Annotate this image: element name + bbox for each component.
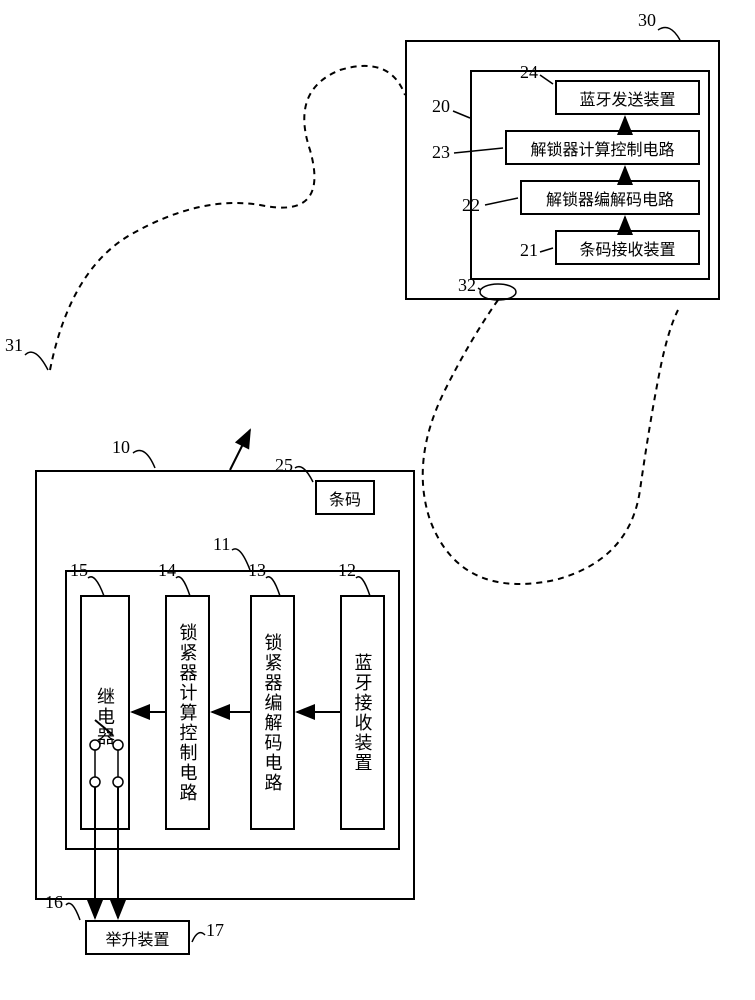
box-lock-codec: 锁紧器编解码电路 <box>250 595 295 830</box>
label-13: 13 <box>248 560 266 581</box>
box-25-text: 条码 <box>329 486 361 510</box>
label-10: 10 <box>112 437 130 458</box>
box-14-text: 锁紧器计算控制电路 <box>175 623 201 803</box>
box-12-text: 蓝牙接收装置 <box>350 653 376 773</box>
label-11: 11 <box>213 534 230 555</box>
label-14: 14 <box>158 560 176 581</box>
box-bluetooth-send: 蓝牙发送装置 <box>555 80 700 115</box>
label-15: 15 <box>70 560 88 581</box>
box-13-text: 锁紧器编解码电路 <box>260 633 286 793</box>
label-22: 22 <box>462 195 480 216</box>
box-bluetooth-receive: 蓝牙接收装置 <box>340 595 385 830</box>
label-31: 31 <box>5 335 23 356</box>
label-21: 21 <box>520 240 538 261</box>
label-20: 20 <box>432 96 450 117</box>
box-lock-calc-control: 锁紧器计算控制电路 <box>165 595 210 830</box>
label-30: 30 <box>638 10 656 31</box>
box-22-text: 解锁器编解码电路 <box>546 186 674 210</box>
box-barcode: 条码 <box>315 480 375 515</box>
label-32: 32 <box>458 275 476 296</box>
box-unlock-codec: 解锁器编解码电路 <box>520 180 700 215</box>
label-25: 25 <box>275 455 293 476</box>
box-17-text: 举升装置 <box>105 926 169 950</box>
label-17: 17 <box>206 920 224 941</box>
box-15-text: 继电器 <box>92 687 118 747</box>
box-barcode-receive: 条码接收装置 <box>555 230 700 265</box>
label-12: 12 <box>338 560 356 581</box>
box-21-text: 条码接收装置 <box>579 236 675 260</box>
label-24: 24 <box>520 62 538 83</box>
box-lift-device: 举升装置 <box>85 920 190 955</box>
box-unlock-calc-control: 解锁器计算控制电路 <box>505 130 700 165</box>
label-16: 16 <box>45 892 63 913</box>
box-24-text: 蓝牙发送装置 <box>579 86 675 110</box>
box-23-text: 解锁器计算控制电路 <box>530 136 674 160</box>
box-relay: 继电器 <box>80 595 130 830</box>
label-23: 23 <box>432 142 450 163</box>
